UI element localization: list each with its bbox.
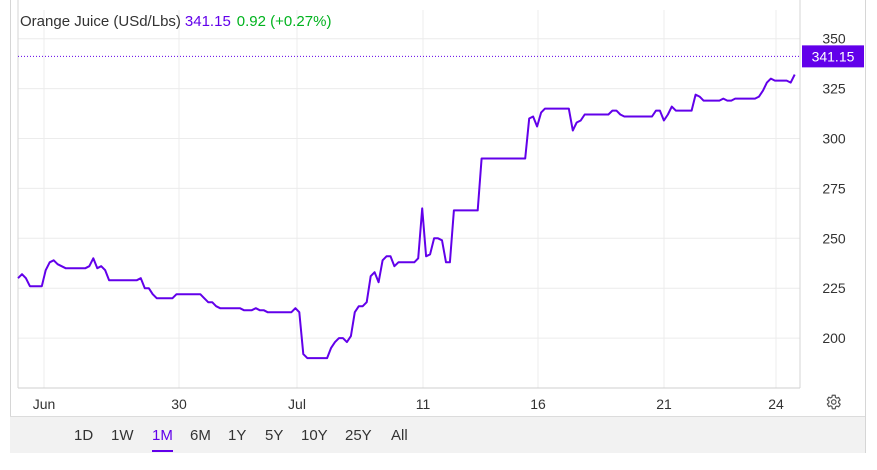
y-tick-label: 250: [822, 230, 846, 246]
range-button-1y[interactable]: 1Y: [228, 427, 246, 450]
chart-header: Orange Juice (USd/Lbs) 341.15 0.92 (+0.27%…: [20, 13, 331, 30]
last-price-label: 341.15: [812, 48, 855, 64]
range-button-6m[interactable]: 6M: [190, 427, 211, 450]
range-button-1d[interactable]: 1D: [74, 427, 93, 450]
axes: Jun 30 Jul 11 16 21 24 200 225 250 275 300 325 350: [17, 0, 846, 412]
range-button-1w[interactable]: 1W: [111, 427, 134, 450]
x-tick-label: 21: [656, 396, 672, 412]
instrument-name: Orange Juice (USd/Lbs): [20, 13, 181, 30]
price-change: 0.92 (+0.27%): [236, 13, 332, 30]
price-series-line: [17, 74, 796, 360]
x-tick-label: Jun: [33, 396, 56, 412]
current-price: 341.15: [184, 13, 231, 30]
y-tick-label: 300: [822, 131, 846, 147]
series-line: [17, 74, 796, 360]
range-button-5y[interactable]: 5Y: [265, 427, 283, 450]
y-tick-label: 200: [822, 330, 846, 346]
last-price-marker: 341.15: [18, 45, 864, 68]
range-button-25y[interactable]: 25Y: [345, 427, 372, 450]
gear-icon[interactable]: [824, 393, 842, 411]
y-tick-label: 225: [822, 280, 846, 296]
x-tick-label: 30: [171, 396, 187, 412]
range-button-all[interactable]: All: [391, 427, 408, 450]
grid: [18, 10, 800, 388]
x-tick-label: 16: [530, 396, 546, 412]
range-selector: 1D 1W 1M 6M 1Y 5Y 10Y 25Y All: [10, 416, 865, 453]
range-button-1m[interactable]: 1M: [152, 427, 173, 452]
x-tick-label: 24: [768, 396, 784, 412]
x-tick-label: Jul: [288, 396, 306, 412]
y-tick-label: 275: [822, 180, 846, 196]
y-tick-label: 350: [822, 31, 846, 47]
price-chart[interactable]: Jun 30 Jul 11 16 21 24 200 225 250 275 300 325 350 34…: [0, 0, 877, 415]
x-tick-label: 11: [416, 396, 431, 412]
range-button-10y[interactable]: 10Y: [301, 427, 328, 450]
y-tick-label: 325: [822, 81, 846, 97]
